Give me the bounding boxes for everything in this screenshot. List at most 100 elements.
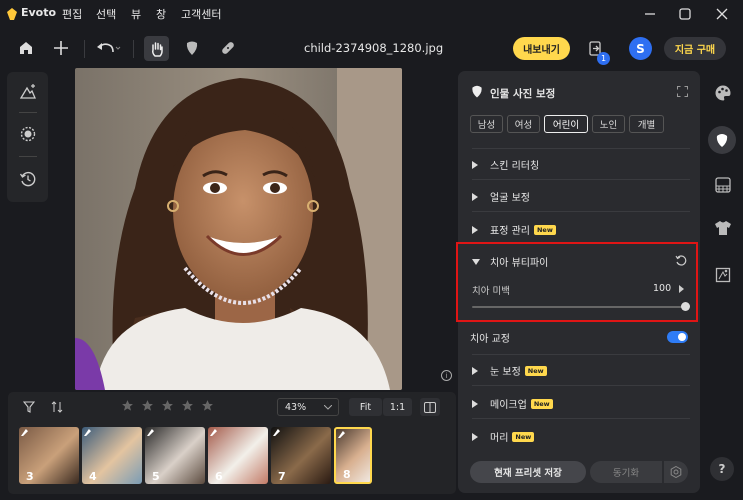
thumbnail-number: 4	[89, 470, 97, 483]
portrait-icon	[471, 85, 483, 98]
info-icon[interactable]: i	[441, 370, 452, 381]
filmstrip-thumbnail[interactable]: 6	[208, 427, 268, 484]
filmstrip-thumbnail[interactable]: 8	[334, 427, 372, 484]
teeth-whiten-value[interactable]: 100	[653, 283, 671, 294]
edited-icon	[147, 429, 154, 436]
filter-icon[interactable]	[21, 399, 37, 415]
help-button[interactable]: ?	[710, 457, 734, 481]
clothing-icon[interactable]	[712, 217, 734, 239]
collapse-arrow-icon	[472, 258, 480, 265]
menu-edit[interactable]: 편집	[62, 6, 82, 22]
section-teeth-beautify[interactable]: 치아 뷰티파이	[472, 254, 548, 269]
section-label: 치아 뷰티파이	[490, 258, 549, 269]
section-hair[interactable]: 머리 New	[472, 429, 535, 444]
background-icon[interactable]	[712, 174, 734, 196]
filmstrip-thumbnail[interactable]: 4	[82, 427, 142, 484]
undo-icon[interactable]	[94, 38, 122, 58]
divider	[472, 179, 690, 180]
section-skin-retouch[interactable]: 스킨 리터칭	[472, 157, 539, 172]
value-arrow-icon[interactable]	[679, 285, 684, 293]
auto-adjust-icon[interactable]	[17, 81, 39, 103]
new-badge: New	[530, 398, 553, 409]
filmstrip-thumbnail[interactable]: 5	[145, 427, 205, 484]
star-icon[interactable]	[141, 399, 154, 412]
expand-arrow-icon	[472, 225, 478, 234]
view-bar: 43% Fit 1:1	[8, 392, 456, 422]
toggle-knob	[678, 333, 686, 341]
teeth-whiten-slider[interactable]	[472, 306, 685, 308]
menu-view[interactable]: 뷰	[131, 6, 141, 22]
tab-senior[interactable]: 노인	[592, 115, 625, 133]
split-view-icon[interactable]	[420, 398, 440, 416]
main-photo[interactable]	[75, 68, 402, 390]
buy-now-button[interactable]: 지금 구매	[664, 37, 726, 60]
tab-female[interactable]: 여성	[507, 115, 540, 133]
file-name: child-2374908_1280.jpg	[304, 41, 444, 55]
sync-button[interactable]: 동기화	[590, 461, 662, 483]
thumbnail-number: 5	[152, 470, 160, 483]
palette-icon[interactable]	[712, 82, 734, 104]
expand-arrow-icon	[472, 432, 478, 441]
minimize-icon[interactable]	[642, 6, 658, 22]
filmstrip-thumbnail[interactable]: 7	[271, 427, 331, 484]
history-icon[interactable]	[17, 168, 39, 190]
tab-male[interactable]: 남성	[470, 115, 503, 133]
new-badge: New	[533, 224, 556, 235]
compare-icon[interactable]	[17, 123, 39, 145]
section-eye[interactable]: 눈 보정 New	[472, 363, 547, 378]
expand-arrow-icon	[472, 192, 478, 201]
portrait-panel: 인물 사진 보정 남성 여성 어린이 노인 개별 스킨 리터칭 얼굴 보정 표정…	[456, 71, 700, 493]
section-label: 얼굴 보정	[490, 193, 530, 204]
new-badge: New	[512, 431, 535, 442]
avatar[interactable]: S	[629, 37, 652, 60]
portrait-mode-icon[interactable]	[708, 126, 736, 154]
reset-icon[interactable]	[674, 253, 688, 267]
zoom-value: 43%	[285, 401, 307, 413]
thumbnail-number: 8	[343, 468, 351, 481]
section-label: 스킨 리터칭	[490, 161, 540, 172]
thumbnail-number: 3	[26, 470, 34, 483]
divider	[472, 385, 690, 386]
sort-icon[interactable]	[49, 399, 65, 415]
teeth-correct-toggle[interactable]	[667, 331, 688, 343]
menu-support[interactable]: 고객센터	[181, 6, 221, 22]
filmstrip-thumbnail[interactable]: 3	[19, 427, 79, 484]
zoom-select[interactable]: 43%	[277, 398, 339, 416]
divider	[472, 148, 690, 149]
maximize-icon[interactable]	[677, 6, 693, 22]
save-preset-button[interactable]: 현재 프리셋 저장	[470, 461, 586, 483]
star-icon[interactable]	[181, 399, 194, 412]
bandage-icon[interactable]	[217, 37, 239, 59]
star-icon[interactable]	[161, 399, 174, 412]
section-expression[interactable]: 표정 관리 New	[472, 222, 556, 237]
add-icon[interactable]	[51, 38, 71, 58]
home-icon[interactable]	[16, 38, 36, 58]
star-icon[interactable]	[121, 399, 134, 412]
face-mask-icon[interactable]	[181, 37, 203, 59]
expand-icon[interactable]	[676, 85, 688, 97]
star-icon[interactable]	[201, 399, 214, 412]
filmstrip: 3 4 5 6 7 8	[8, 422, 456, 494]
tab-child[interactable]: 어린이	[544, 115, 588, 133]
close-icon[interactable]	[714, 6, 730, 22]
menu-select[interactable]: 선택	[96, 6, 116, 22]
notification-badge: 1	[597, 52, 610, 65]
one-to-one-button[interactable]: 1:1	[383, 398, 412, 416]
section-face[interactable]: 얼굴 보정	[472, 189, 530, 204]
evoto-logo-icon	[7, 8, 17, 20]
toolbar: child-2374908_1280.jpg 내보내기 1 S 지금 구매	[0, 28, 743, 70]
hand-tool-icon[interactable]	[144, 36, 169, 61]
divider	[133, 40, 134, 58]
divider	[19, 156, 37, 157]
star-rating[interactable]	[121, 399, 214, 412]
section-label: 눈 보정	[490, 367, 521, 378]
section-makeup[interactable]: 메이크업 New	[472, 396, 553, 411]
slider-handle[interactable]	[681, 302, 690, 311]
sync-settings-icon[interactable]	[664, 461, 688, 483]
tab-custom[interactable]: 개별	[629, 115, 664, 133]
export-button[interactable]: 내보내기	[513, 37, 570, 60]
teeth-whiten-label: 치아 미백	[472, 286, 510, 297]
menu-window[interactable]: 창	[156, 6, 166, 22]
crop-adjust-icon[interactable]	[712, 264, 734, 286]
fit-button[interactable]: Fit	[349, 398, 382, 416]
